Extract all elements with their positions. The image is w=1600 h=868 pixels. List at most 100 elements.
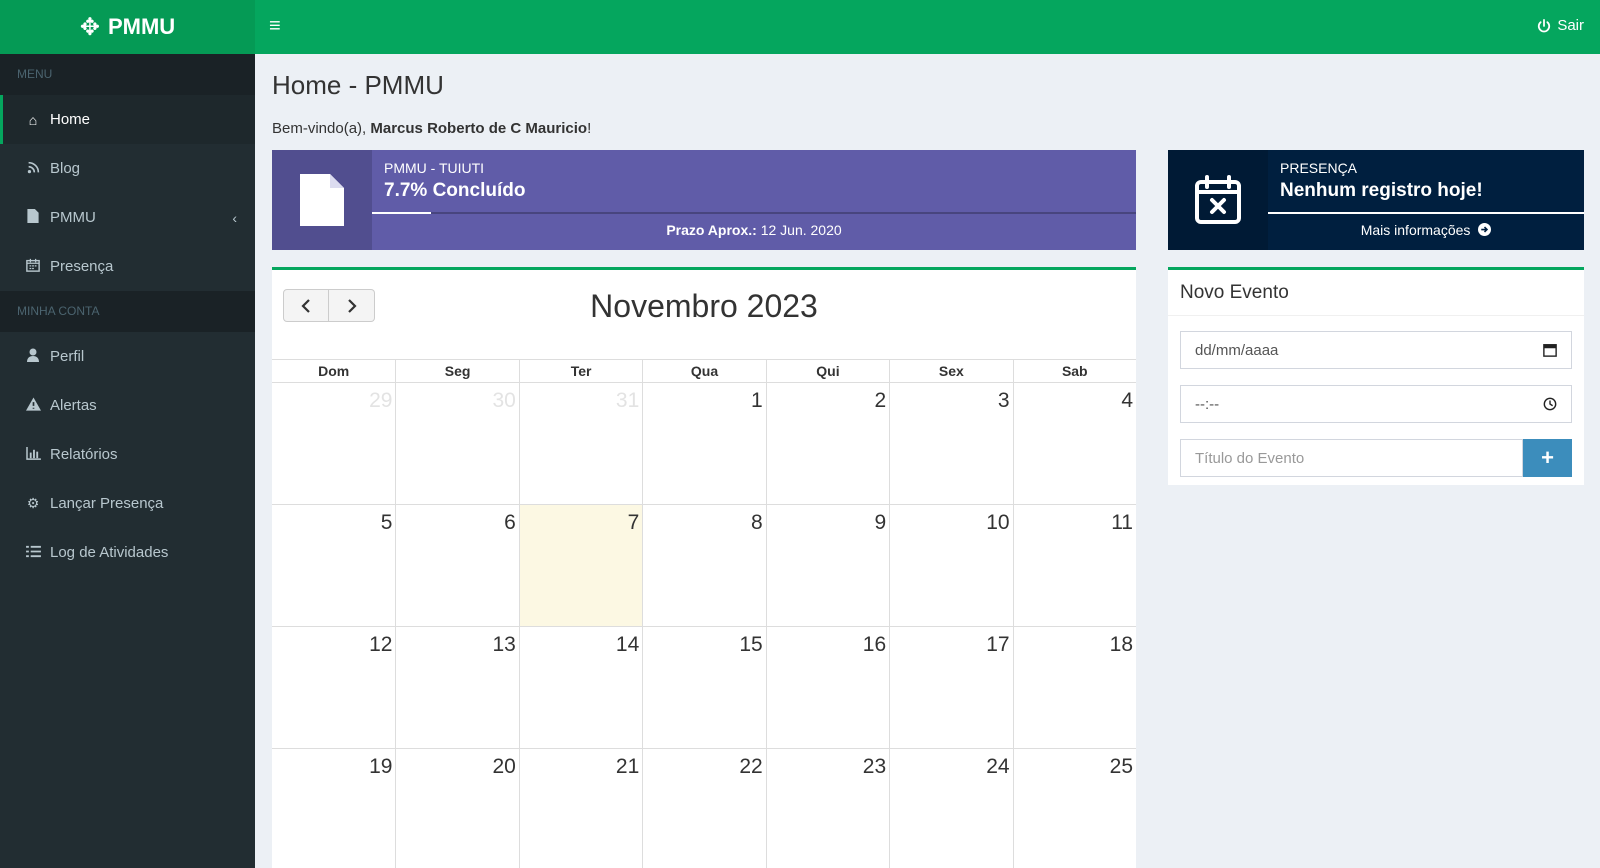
sidebar-item-home[interactable]: ⌂ Home [0, 95, 255, 144]
top-navbar: ≡ Sair [255, 0, 1600, 54]
calendar-day[interactable]: 5 [272, 505, 396, 627]
sidebar-item-pmmu[interactable]: PMMU ‹ [0, 193, 255, 242]
list-icon [22, 545, 44, 561]
presence-value: Nenhum registro hoje! [1280, 180, 1483, 201]
calendar-day[interactable]: 29 [272, 383, 396, 505]
date-placeholder: dd/mm/aaaa [1195, 341, 1279, 359]
event-title-input[interactable] [1180, 439, 1523, 477]
arrows-move-icon: ✥ [79, 13, 100, 41]
rss-icon [22, 161, 44, 177]
bar-chart-icon [22, 446, 44, 463]
new-event-box: Novo Evento dd/mm/aaaa --:-- + [1168, 267, 1584, 485]
progress-info-box: PMMU - TUIUTI 7.7% Concluído Prazo Aprox… [272, 150, 1136, 250]
chevron-left-icon: ‹ [232, 209, 237, 226]
calendar-day[interactable]: 12 [272, 627, 396, 749]
calendar-icon [22, 258, 44, 275]
weekday-label: Qua [642, 360, 765, 382]
calendar-day[interactable]: 9 [765, 505, 890, 627]
arrow-circle-right-icon [1478, 223, 1492, 236]
home-icon: ⌂ [28, 111, 38, 128]
document-icon [272, 150, 372, 250]
calendar-day[interactable]: 30 [395, 383, 519, 505]
calendar-day[interactable]: 8 [642, 505, 766, 627]
more-info-label: Mais informações [1360, 222, 1471, 238]
weekday-label: Sab [1012, 360, 1136, 382]
more-info-link[interactable]: Mais informações [1268, 222, 1584, 238]
presence-info-box: PRESENÇA Nenhum registro hoje! Mais info… [1168, 150, 1584, 250]
sidebar-item-label: Presença [50, 258, 114, 275]
deadline-label: Prazo Aprox.: [666, 222, 757, 238]
event-date-input[interactable]: dd/mm/aaaa [1180, 331, 1572, 369]
calendar-weekday-header: Dom Seg Ter Qua Qui Sex Sab [272, 359, 1136, 383]
calendar-day[interactable]: 20 [395, 749, 518, 868]
sidebar-item-label: PMMU [50, 209, 96, 226]
calendar-day-today[interactable]: 7 [518, 505, 643, 627]
weekday-label: Ter [518, 360, 642, 382]
calendar-day[interactable]: 22 [642, 749, 765, 868]
sidebar-item-blog[interactable]: Blog [0, 144, 255, 193]
weekday-label: Qui [765, 360, 889, 382]
sidebar-item-label: Log de Atividades [50, 544, 169, 561]
warning-icon [22, 397, 44, 414]
event-title-row: + [1180, 439, 1572, 477]
sidebar-item-presenca[interactable]: Presença [0, 242, 255, 291]
logout-button[interactable]: Sair [1537, 17, 1584, 34]
calendar-day[interactable]: 2 [765, 383, 890, 505]
deadline-text: Prazo Aprox.: 12 Jun. 2020 [372, 222, 1136, 238]
calendar-day[interactable]: 25 [1012, 749, 1136, 868]
sidebar-item-perfil[interactable]: Perfil [0, 332, 255, 381]
calendar-day[interactable]: 6 [395, 505, 519, 627]
sidebar-item-log-atividades[interactable]: Log de Atividades [0, 528, 255, 577]
calendar-day[interactable]: 14 [518, 627, 643, 749]
sidebar: MENU ⌂ Home Blog PMMU ‹ Presença MINHA C… [0, 54, 255, 868]
calendar-day[interactable]: 31 [518, 383, 643, 505]
calendar-day[interactable]: 19 [272, 749, 395, 868]
calendar-day[interactable]: 23 [765, 749, 889, 868]
progress-bar-fill [372, 212, 431, 214]
sidebar-header-account: MINHA CONTA [0, 291, 255, 332]
calendar-day[interactable]: 18 [1012, 627, 1136, 749]
app-logo[interactable]: ✥ PMMU [0, 0, 255, 54]
calendar-day[interactable]: 21 [518, 749, 642, 868]
calendar-title: Novembro 2023 [590, 288, 818, 324]
event-time-input[interactable]: --:-- [1180, 385, 1572, 423]
weekday-label: Dom [318, 363, 350, 379]
calendar-day[interactable]: 15 [642, 627, 766, 749]
logo-text: PMMU [107, 14, 176, 39]
welcome-message: Bem-vindo(a), Marcus Roberto de C Mauric… [272, 120, 591, 137]
sidebar-item-label: Blog [50, 160, 81, 177]
calendar-day[interactable]: 16 [765, 627, 890, 749]
calendar-day[interactable]: 24 [889, 749, 1012, 868]
sidebar-item-relatorios[interactable]: Relatórios [0, 430, 255, 479]
presence-label: PRESENÇA [1280, 160, 1358, 176]
sidebar-item-label: Lançar Presença [50, 495, 164, 512]
page-title: Home - PMMU [272, 70, 444, 100]
sidebar-item-label: Perfil [50, 348, 85, 365]
power-icon [1538, 18, 1551, 32]
calendar-day[interactable]: 13 [395, 627, 519, 749]
sidebar-header-menu: MENU [0, 54, 255, 95]
hamburger-menu-icon[interactable]: ≡ [269, 15, 281, 38]
add-event-button[interactable]: + [1523, 439, 1572, 477]
deadline-value: 12 Jun. 2020 [760, 222, 842, 238]
calendar-day[interactable]: 10 [889, 505, 1013, 627]
calendar-day[interactable]: 11 [1012, 505, 1136, 627]
weekday-label: Sex [889, 360, 1012, 382]
calendar-day[interactable]: 4 [1012, 383, 1136, 505]
calendar-day[interactable]: 1 [642, 383, 766, 505]
sidebar-item-alertas[interactable]: Alertas [0, 381, 255, 430]
time-placeholder: --:-- [1195, 395, 1220, 413]
calendar-grid: 29 30 31 1 2 3 4 5 6 7 8 9 10 11 12 13 14 15 16 17 18 19 20 21 2… [272, 383, 1136, 868]
calendar-day[interactable]: 3 [889, 383, 1013, 505]
calendar-picker-icon [1543, 344, 1557, 357]
welcome-prefix: Bem-vindo(a), [272, 120, 367, 137]
new-event-title: Novo Evento [1180, 282, 1289, 303]
file-icon [22, 209, 44, 226]
clock-icon [1543, 397, 1557, 411]
sidebar-item-label: Alertas [50, 397, 97, 414]
calendar-day[interactable]: 17 [889, 627, 1013, 749]
sidebar-item-lancar-presenca[interactable]: ⚙ Lançar Presença [0, 479, 255, 528]
progress-bar [372, 212, 1136, 214]
gear-icon: ⚙ [26, 495, 40, 511]
user-name: Marcus Roberto de C Mauricio [370, 120, 588, 137]
